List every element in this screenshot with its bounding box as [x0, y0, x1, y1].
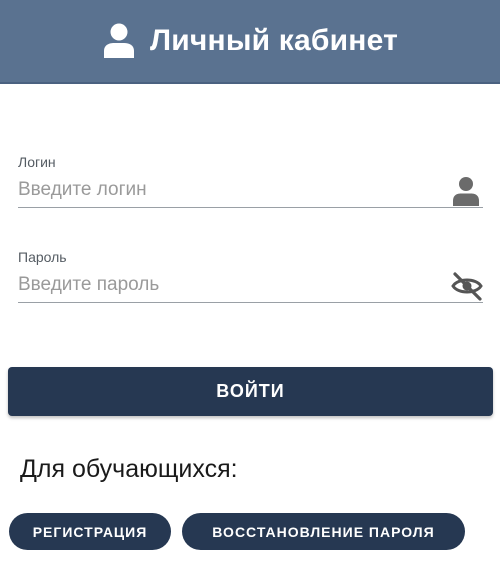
page-title: Личный кабинет — [149, 24, 398, 57]
login-label: Логин — [18, 154, 56, 170]
restore-password-button[interactable]: ВОССТАНОВЛЕНИЕ ПАРОЛЯ — [182, 513, 465, 550]
password-field-group: Пароль — [18, 249, 483, 303]
password-field-row — [18, 271, 483, 303]
login-input[interactable] — [18, 176, 438, 204]
login-field-row — [18, 176, 483, 208]
page-header: Личный кабинет — [0, 0, 500, 84]
eye-off-icon[interactable] — [449, 271, 485, 301]
user-icon — [103, 23, 134, 58]
register-button[interactable]: РЕГИСТРАЦИЯ — [9, 513, 171, 550]
login-field-group: Логин — [18, 154, 483, 208]
login-button[interactable]: ВОЙТИ — [8, 367, 493, 416]
students-section-title: Для обучающихся: — [20, 455, 238, 483]
password-label: Пароль — [18, 249, 67, 265]
password-input[interactable] — [18, 271, 438, 299]
user-icon — [453, 177, 479, 206]
